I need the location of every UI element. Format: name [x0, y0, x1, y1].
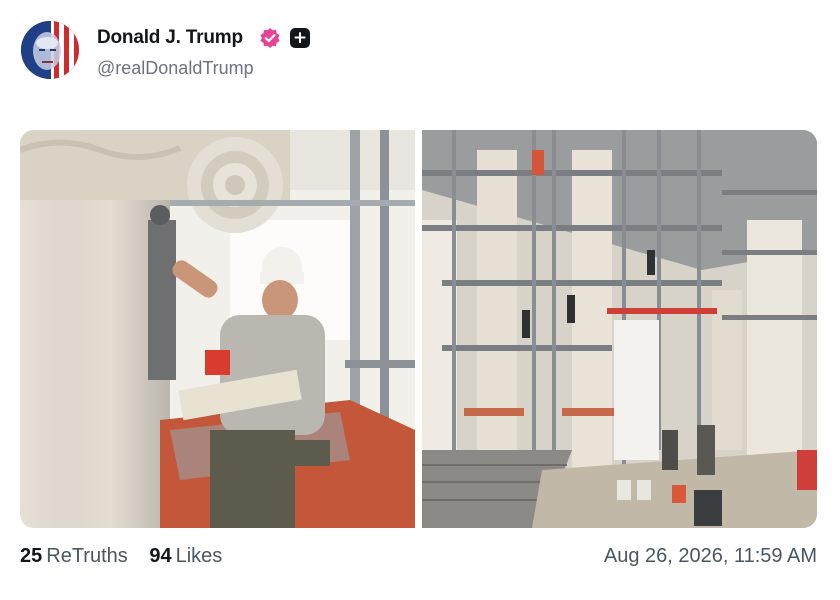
media-photo-1[interactable] — [20, 130, 415, 528]
likes-count: 94 — [149, 545, 172, 567]
display-name[interactable]: Donald J. Trump — [97, 27, 243, 49]
media-photo-2[interactable] — [422, 130, 817, 528]
retruths-label: ReTruths — [46, 545, 128, 567]
retruths-count: 25 — [20, 545, 43, 567]
retruths-stat[interactable]: 25 ReTruths — [20, 545, 128, 567]
likes-label: Likes — [175, 545, 223, 567]
verified-icon — [260, 28, 280, 48]
post-timestamp[interactable]: Aug 26, 2026, 11:59 AM — [604, 545, 817, 568]
engagement-stats: 25 ReTruths 94 Likes — [20, 545, 238, 568]
handle[interactable]: @realDonaldTrump — [97, 58, 254, 79]
likes-stat[interactable]: 94 Likes — [149, 545, 222, 567]
avatar[interactable] — [21, 21, 79, 79]
plus-icon: + — [290, 28, 310, 48]
media-grid — [20, 130, 817, 528]
